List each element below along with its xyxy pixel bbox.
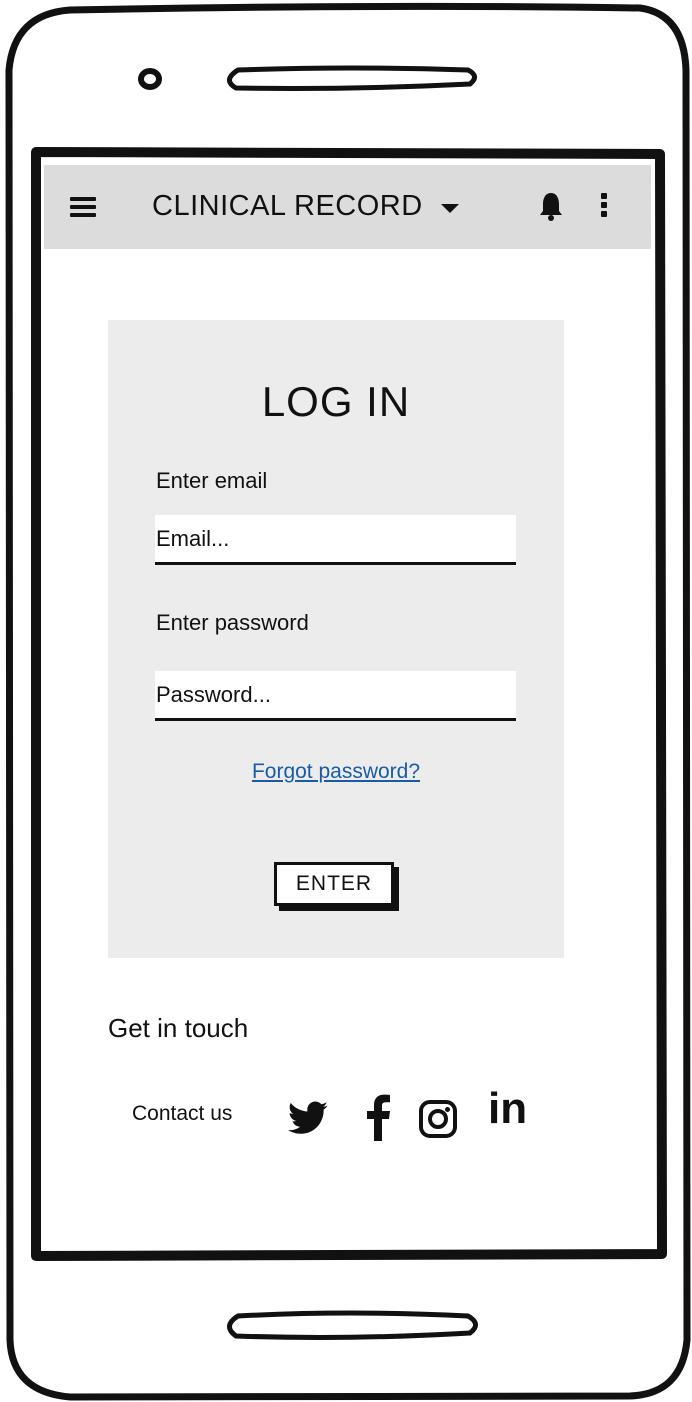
login-title: LOG IN [261,378,411,425]
instagram-icon[interactable] [418,1099,458,1139]
enter-button[interactable]: ENTER [274,862,394,906]
contact-us-link[interactable]: Contact us [132,1102,232,1126]
password-field-wrapper [155,671,517,721]
facebook-icon[interactable] [366,1093,390,1141]
camera-icon [138,68,162,90]
app-title: CLINICAL RECORD [152,189,423,222]
get-in-touch-heading: Get in touch [108,1013,249,1043]
forgot-password-link[interactable]: Forgot password? [108,760,564,784]
app-screen: CLINICAL RECORD LOG IN Enter email Enter… [44,165,651,1243]
login-card: LOG IN Enter email Enter password Forgot… [108,320,564,958]
twitter-icon[interactable] [286,1101,330,1137]
password-label: Enter password [156,610,309,635]
app-bar: CLINICAL RECORD [44,165,651,249]
caret-down-icon [440,203,459,213]
vertical-dots-icon[interactable] [601,193,609,221]
bell-icon[interactable] [538,191,564,221]
record-type-dropdown[interactable]: CLINICAL RECORD [152,186,459,226]
linkedin-icon[interactable]: in [488,1087,527,1131]
email-field[interactable] [155,515,517,562]
email-label: Enter email [156,468,268,493]
hamburger-menu-icon[interactable] [70,197,96,217]
password-field[interactable] [155,671,517,718]
email-field-wrapper [155,515,517,565]
